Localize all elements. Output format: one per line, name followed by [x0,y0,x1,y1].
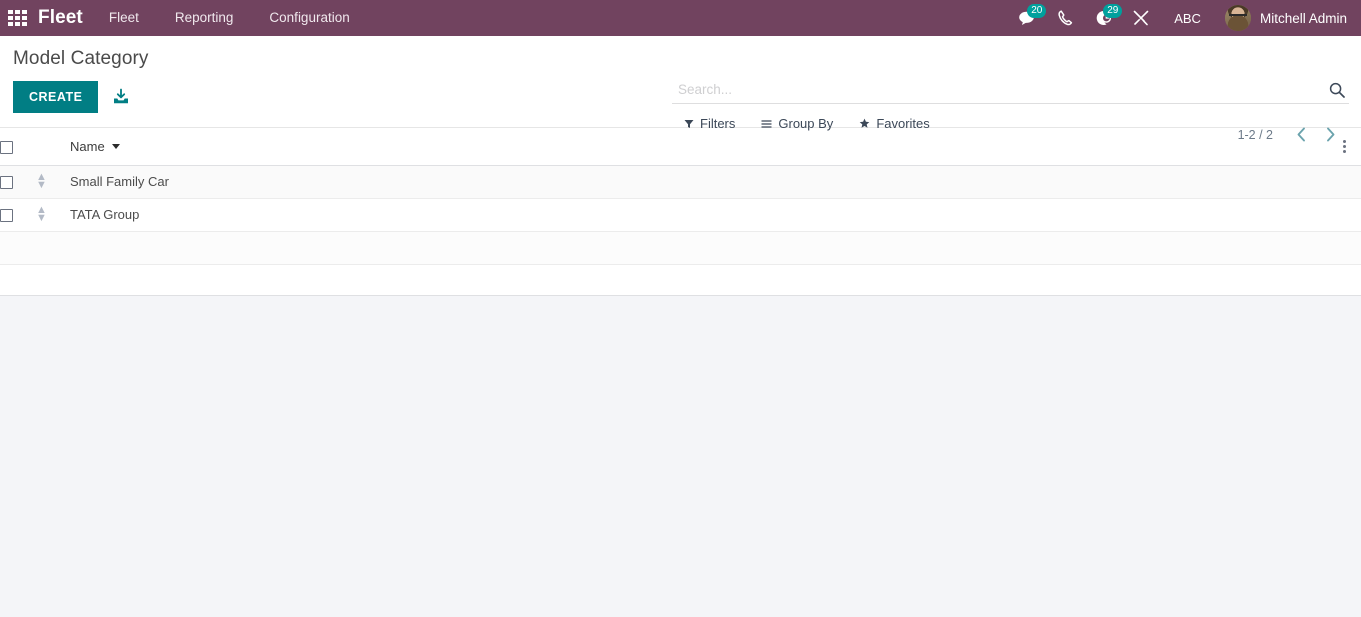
table-footer-row [0,264,1361,295]
row-handle-cell: ▲ ▼ [36,165,70,198]
wrench-screwdriver-icon [1133,10,1149,26]
user-name-label: Mitchell Admin [1259,10,1347,26]
page-title: Model Category [13,48,149,69]
group-by-dropdown[interactable]: Group By [761,116,833,131]
menu-reporting[interactable]: Reporting [157,0,252,36]
user-menu-button[interactable]: Mitchell Admin [1215,5,1351,31]
app-brand-fleet[interactable]: Fleet [34,7,91,29]
tools-button[interactable] [1122,0,1160,36]
handle-header [36,128,70,165]
drag-handle-icon[interactable]: ▲ ▼ [36,204,47,223]
phone-icon [1058,10,1073,26]
table-row[interactable]: ▲ ▼ Small Family Car [0,165,1361,198]
chevron-left-icon [1297,127,1305,142]
control-panel-buttons: CREATE [13,81,130,113]
control-panel: Model Category CREATE Search... Filters … [0,36,1361,142]
table-header: Name [0,128,1361,165]
group-by-lines-icon [761,119,772,128]
row-name-cell: TATA Group [70,207,140,222]
search-row [672,80,1349,104]
row-select-cell [0,165,36,198]
table-row[interactable]: ▲ ▼ TATA Group [0,198,1361,231]
drag-handle-icon[interactable]: ▲ ▼ [36,171,47,190]
phone-button[interactable] [1047,0,1084,36]
apps-menu-button[interactable] [0,0,34,36]
row-spacer-cell [1327,198,1361,231]
import-button[interactable] [112,88,130,106]
row-spacer-cell [1327,165,1361,198]
search-button[interactable] [1325,82,1349,98]
group-by-label: Group By [778,116,834,131]
search-input[interactable] [672,80,1325,99]
favorites-dropdown[interactable]: Favorites [859,116,930,131]
avatar [1224,5,1251,31]
records-table: Name ▲ ▼ Small Family Car ▲ ▼ TATA Group [0,128,1361,295]
chevron-right-icon [1327,127,1335,142]
table-header-row: Name [0,128,1361,165]
search-view: Filters Group By Favorites [672,80,1349,131]
row-name-cell: Small Family Car [70,174,169,189]
menu-configuration[interactable]: Configuration [251,0,367,36]
filter-funnel-icon [684,119,694,128]
select-all-header [0,128,36,165]
filters-dropdown[interactable]: Filters [684,116,735,131]
caret-down-icon [111,143,120,149]
select-all-checkbox[interactable] [0,140,13,154]
top-navbar: Fleet Fleet Reporting Configuration 20 2… [0,0,1361,36]
table-body: ▲ ▼ Small Family Car ▲ ▼ TATA Group [0,165,1361,295]
navbar-right-group: 20 29 ABC Mitchell Admin [1008,0,1351,36]
import-download-icon [114,88,129,104]
messages-button[interactable]: 20 [1008,0,1047,36]
activities-button[interactable]: 29 [1084,0,1123,36]
column-header-name[interactable]: Name [70,128,1327,165]
column-header-name-label: Name [70,138,105,154]
filters-label: Filters [700,116,736,131]
pager-previous-button[interactable] [1289,125,1314,144]
favorites-star-icon [860,118,870,128]
table-empty-row [0,231,1361,264]
apps-grid-icon [7,10,27,26]
debug-indicator[interactable]: ABC [1160,11,1215,26]
menu-fleet[interactable]: Fleet [91,0,157,36]
pager-next-button[interactable] [1318,125,1343,144]
page-background [0,296,1361,613]
list-view: Name ▲ ▼ Small Family Car ▲ ▼ TATA Group [0,128,1361,296]
row-checkbox[interactable] [0,176,13,190]
messages-badge: 20 [1027,4,1047,18]
create-button[interactable]: CREATE [13,81,99,113]
pager-value: 1-2 / 2 [1237,127,1273,142]
activities-badge: 29 [1103,4,1123,18]
pager: 1-2 / 2 [1238,125,1343,144]
search-icon [1329,82,1345,98]
row-handle-cell: ▲ ▼ [36,198,70,231]
favorites-label: Favorites [876,116,930,131]
row-select-cell [0,198,36,231]
row-checkbox[interactable] [0,209,13,223]
